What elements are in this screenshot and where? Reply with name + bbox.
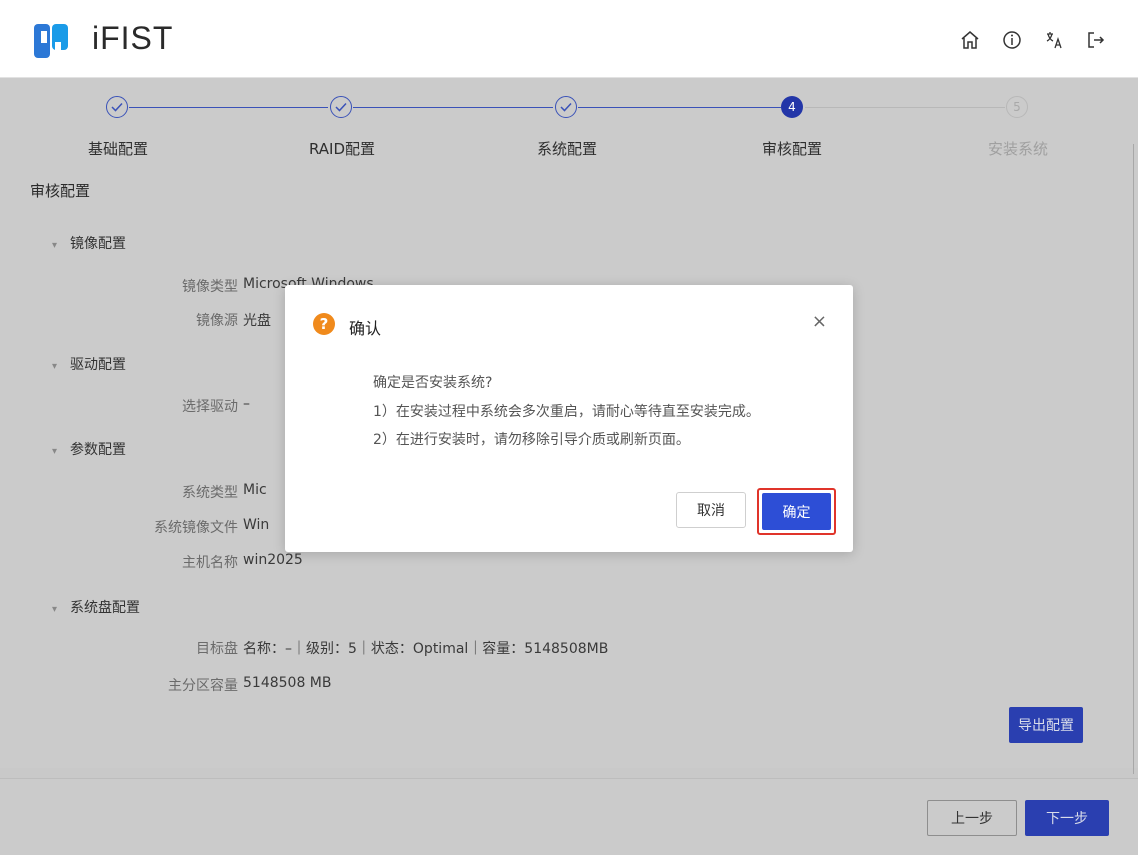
image-source-label: 镜像源: [196, 313, 238, 329]
driver-value: –: [243, 396, 250, 412]
collapse-icon: ▾: [52, 446, 58, 457]
home-icon[interactable]: [960, 30, 980, 50]
hostname-label: 主机名称: [182, 555, 238, 571]
collapse-icon: ▾: [52, 240, 58, 251]
dialog-title: 确认: [349, 319, 382, 338]
target-disk-value: 名称：–｜级别：5｜状态：Optimal｜容量：5148508MB: [243, 641, 609, 657]
group-param-config[interactable]: ▾ 参数配置: [52, 439, 126, 459]
os-type-value: Mic: [243, 482, 267, 498]
step-connector: [805, 107, 1005, 108]
info-icon[interactable]: [1002, 30, 1022, 50]
dialog-note-2: 2）在进行安装时，请勿移除引导介质或刷新页面。: [373, 432, 690, 448]
app-title: iFIST: [92, 20, 174, 56]
ifist-logo-icon: [34, 24, 68, 58]
install-stepper: 4 5 基础配置 RAID配置 系统配置 审核配置 安装系统: [0, 78, 1138, 168]
cancel-button[interactable]: 取消: [676, 492, 746, 528]
header-icons: [960, 30, 1106, 50]
group-driver-config[interactable]: ▾ 驱动配置: [52, 354, 126, 374]
image-source-value: 光盘: [243, 313, 271, 329]
step-4-number: 4: [781, 96, 803, 118]
confirm-button-highlight: 确定: [757, 488, 836, 535]
step-label-basic: 基础配置: [87, 140, 149, 158]
group-disk-config[interactable]: ▾ 系统盘配置: [52, 597, 140, 617]
logout-icon[interactable]: [1086, 30, 1106, 50]
step-connector: [578, 107, 781, 108]
scrollbar[interactable]: [1133, 144, 1134, 774]
close-icon[interactable]: ×: [812, 311, 827, 332]
image-file-value: Win: [243, 517, 270, 533]
partition-value: 5148508 MB: [243, 675, 332, 691]
step-label-review: 审核配置: [761, 140, 823, 158]
step-3-done-icon: [555, 96, 577, 118]
step-label-raid: RAID配置: [308, 140, 376, 158]
confirm-button[interactable]: 确定: [762, 493, 831, 530]
step-1-done-icon: [106, 96, 128, 118]
dialog-note-1: 1）在安装过程中系统会多次重启，请耐心等待直至安装完成。: [373, 404, 760, 420]
driver-label: 选择驱动: [182, 399, 238, 415]
step-label-install: 安装系统: [987, 140, 1049, 158]
dialog-question: 确定是否安装系统?: [373, 375, 493, 391]
step-connector: [353, 107, 553, 108]
step-label-system: 系统配置: [536, 140, 598, 158]
group-image-config[interactable]: ▾ 镜像配置: [52, 233, 126, 253]
export-config-button[interactable]: 导出配置: [1009, 707, 1083, 743]
footer-bar: 上一步 下一步: [0, 778, 1138, 855]
previous-step-button[interactable]: 上一步: [927, 800, 1017, 836]
step-2-done-icon: [330, 96, 352, 118]
target-disk-label: 目标盘: [196, 641, 238, 657]
image-file-label: 系统镜像文件: [154, 520, 238, 536]
collapse-icon: ▾: [52, 361, 58, 372]
hostname-value: win2025: [243, 552, 303, 568]
next-step-button[interactable]: 下一步: [1025, 800, 1109, 836]
question-icon: ?: [313, 313, 335, 335]
step-connector: [129, 107, 328, 108]
step-5-number: 5: [1006, 96, 1028, 118]
page-title: 审核配置: [30, 182, 91, 200]
os-type-label: 系统类型: [182, 485, 238, 501]
partition-label: 主分区容量: [168, 678, 238, 694]
top-header: iFIST: [0, 0, 1138, 78]
language-icon[interactable]: [1044, 30, 1064, 50]
confirm-dialog: ? 确认 × 确定是否安装系统? 1）在安装过程中系统会多次重启，请耐心等待直至…: [285, 285, 853, 552]
collapse-icon: ▾: [52, 604, 58, 615]
image-type-label: 镜像类型: [182, 279, 238, 295]
